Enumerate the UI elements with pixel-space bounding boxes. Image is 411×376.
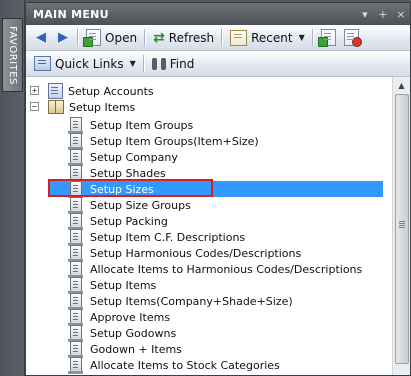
item-icon	[68, 213, 83, 230]
open-label: Open	[105, 30, 138, 45]
tree-item[interactable]: Allocate Items to Stock Categories	[68, 357, 280, 374]
recent-button[interactable]: Recent ▼	[226, 27, 309, 48]
tree-item-label: Setup Shades	[90, 166, 166, 180]
tree-item-label: Allocate Items to Harmonious Codes/Descr…	[90, 262, 363, 276]
expand-icon[interactable]: +	[30, 86, 39, 95]
item-icon	[68, 325, 83, 342]
toolbar-separator	[142, 55, 145, 72]
remove-favorite-button[interactable]	[340, 27, 363, 48]
tree-node-label: Setup Accounts	[68, 84, 154, 98]
item-icon	[68, 133, 83, 150]
item-icon	[68, 277, 83, 294]
tree-item[interactable]: Setup Items(Company+Shade+Size)	[68, 293, 293, 310]
add-favorite-icon	[317, 29, 336, 47]
favorites-strip: FAVORITES	[0, 0, 25, 376]
forward-arrow-icon: ▶	[58, 30, 68, 45]
item-icon	[68, 341, 83, 358]
item-icon	[68, 117, 83, 134]
title-bar: MAIN MENU ▾ + ×	[26, 3, 410, 25]
chevron-down-icon: ▼	[298, 33, 305, 42]
quick-links-button[interactable]: Quick Links ▼	[30, 53, 140, 74]
item-icon	[68, 245, 83, 262]
tree-item[interactable]: Setup Items	[68, 277, 157, 294]
highlight-box	[48, 179, 213, 197]
item-icon	[68, 149, 83, 166]
main-menu-panel: MAIN MENU ▾ + × ◀ ▶ Open ⇄ Refresh Recen…	[25, 2, 411, 376]
chevron-down-icon: ▼	[129, 59, 136, 68]
item-icon	[68, 293, 83, 310]
tree-item-label: Setup Godowns	[90, 326, 177, 340]
scrollbar-thumb[interactable]	[395, 94, 409, 364]
quick-links-label: Quick Links	[55, 56, 124, 71]
binoculars-icon	[151, 57, 166, 70]
add-favorite-button[interactable]	[317, 27, 340, 48]
tree-item[interactable]: Setup Item Groups	[68, 117, 194, 134]
tree-node-setup-accounts[interactable]: + Setup Accounts	[30, 83, 154, 99]
main-toolbar: ◀ ▶ Open ⇄ Refresh Recent ▼	[26, 25, 410, 51]
toolbar-separator	[311, 29, 314, 46]
item-icon	[68, 309, 83, 326]
item-icon	[68, 261, 83, 278]
collapse-icon[interactable]: −	[30, 102, 39, 111]
tree-item-label: Setup Item Groups(Item+Size)	[90, 134, 259, 148]
remove-favorite-icon	[343, 29, 362, 47]
refresh-icon: ⇄	[153, 29, 165, 46]
find-button[interactable]: Find	[148, 53, 199, 74]
tree-item[interactable]: Setup Size Groups	[68, 197, 191, 214]
secondary-toolbar: Quick Links ▼ Find	[26, 51, 410, 77]
forward-button[interactable]: ▶	[55, 30, 71, 46]
item-icon	[68, 357, 83, 374]
open-button[interactable]: Open	[82, 27, 141, 48]
quick-links-icon	[34, 56, 51, 71]
window-title: MAIN MENU	[33, 7, 109, 21]
back-arrow-icon: ◀	[36, 30, 46, 45]
vertical-scrollbar[interactable]: ▲	[392, 77, 410, 375]
tree-item[interactable]: Setup Godowns	[68, 325, 177, 342]
tree-item-label: Setup Harmonious Codes/Descriptions	[90, 246, 302, 260]
tree-item-label: Setup Items	[90, 278, 157, 292]
tree-node-label: Setup Items	[69, 100, 136, 114]
tree-item[interactable]: Setup Packing	[68, 213, 168, 230]
items-book-icon	[48, 100, 64, 114]
tree-item-label: Setup Item C.F. Descriptions	[90, 230, 246, 244]
item-icon	[68, 229, 83, 246]
tree-item-label: Setup Packing	[90, 214, 168, 228]
tree-item[interactable]: Approve Items	[68, 309, 171, 326]
tree-item-label: Allocate Items to Stock Categories	[90, 358, 280, 372]
tree-item[interactable]: Setup Item Groups(Item+Size)	[68, 133, 259, 150]
back-button[interactable]: ◀	[33, 30, 49, 46]
tree-item[interactable]: Godown + Items	[68, 341, 182, 358]
open-document-icon	[83, 29, 101, 47]
grip-icon	[399, 221, 405, 222]
pin-icon[interactable]: +	[374, 8, 392, 21]
tree-item-label: Setup Item Groups	[90, 118, 194, 132]
tree-item-label: Setup Company	[90, 150, 178, 164]
menu-tree: + Setup Accounts − Setup Items Setup Ite…	[26, 77, 384, 375]
tree-item-label: Approve Items	[90, 310, 171, 324]
tree-item[interactable]: Setup Harmonious Codes/Descriptions	[68, 245, 302, 262]
favorites-tab[interactable]: FAVORITES	[2, 18, 23, 92]
recent-label: Recent	[251, 30, 293, 45]
accounts-folder-icon	[48, 83, 63, 99]
tree-item[interactable]: Allocate Items to Harmonious Codes/Descr…	[68, 261, 363, 278]
scroll-up-icon[interactable]: ▲	[393, 77, 410, 93]
tree-item-label: Godown + Items	[90, 342, 182, 356]
refresh-button[interactable]: ⇄ Refresh	[149, 27, 218, 48]
item-icon	[68, 197, 83, 214]
find-label: Find	[169, 56, 195, 71]
favorites-tab-label: FAVORITES	[7, 25, 18, 85]
tree-node-setup-items[interactable]: − Setup Items	[30, 99, 135, 115]
close-icon[interactable]: ×	[392, 8, 410, 21]
toolbar-separator	[77, 29, 79, 46]
tree-item-label: Setup Size Groups	[90, 198, 191, 212]
tree-item-label: Setup Items(Company+Shade+Size)	[90, 294, 293, 308]
tree-item[interactable]: Setup Company	[68, 149, 178, 166]
dropdown-icon[interactable]: ▾	[356, 8, 374, 21]
toolbar-separator	[144, 29, 147, 46]
refresh-label: Refresh	[168, 30, 215, 45]
tree-item[interactable]: Setup Item C.F. Descriptions	[68, 229, 246, 246]
toolbar-separator	[221, 29, 224, 46]
recent-icon	[230, 29, 248, 46]
